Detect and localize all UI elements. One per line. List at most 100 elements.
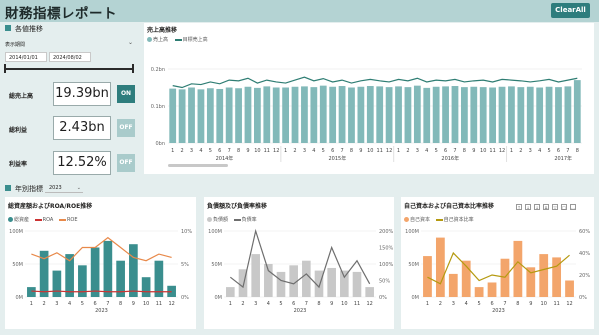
y-tick-label: 0M <box>215 295 223 301</box>
bar-sales <box>263 86 271 143</box>
y-right-tick-label: 0% <box>181 295 189 301</box>
x-tick-label: 1 <box>397 148 400 154</box>
x-tick-label: 12 <box>566 301 572 307</box>
bar-sales <box>385 87 393 143</box>
line-target-sales <box>172 76 578 89</box>
bar-sales <box>545 86 553 143</box>
bar-負債額 <box>276 271 286 297</box>
x-axis-label: 2023 <box>95 308 108 314</box>
x-tick-label: 5 <box>209 148 212 154</box>
year-label: 2014年 <box>216 155 234 162</box>
drill-down-icon[interactable]: ↓ <box>534 204 540 210</box>
debt-panel: 負債額及び負債率推移 負債額 負債率 0M 50M 100M 0% 50% 100% 150… <box>204 197 394 329</box>
x-tick-label: 3 <box>452 301 455 307</box>
slider-end-handle[interactable] <box>132 64 134 73</box>
bar-自己資本 <box>423 256 432 297</box>
slider-start-handle[interactable] <box>4 64 6 73</box>
x-tick-label: 4 <box>199 148 202 154</box>
kpi-toggle-profit[interactable]: OFF <box>117 119 135 137</box>
expand-icon[interactable]: ⇊ <box>543 204 549 210</box>
bar-負債額 <box>327 267 336 297</box>
equity-panel: 自己資本および自己資本比率推移 自己資本 自己資本比率 0M 50M 100M 0% 2… <box>401 197 594 329</box>
kpi-label-profit: 総利益 <box>9 127 28 134</box>
y-right-tick-label: 40% <box>579 251 590 257</box>
x-tick-label: 6 <box>557 148 560 154</box>
x-tick-label: 1 <box>426 301 429 307</box>
x-tick-label: 5 <box>478 301 481 307</box>
year-label: 2015年 <box>328 155 346 162</box>
start-date-input[interactable]: 2014/01/01 <box>5 52 47 62</box>
kpi-toggle-sales[interactable]: ON <box>117 85 135 103</box>
bar-sales <box>517 87 525 143</box>
y-right-tick-label: 0% <box>379 295 387 301</box>
x-tick-label: 7 <box>228 148 231 154</box>
bar-sales <box>244 86 252 143</box>
x-tick-label: 5 <box>547 148 550 154</box>
section-marker-icon <box>5 25 11 31</box>
x-tick-label: 2 <box>43 301 46 307</box>
more-options-icon[interactable]: … <box>570 204 576 210</box>
x-tick-label: 4 <box>312 148 315 154</box>
x-tick-label: 4 <box>425 148 428 154</box>
sales-trend-panel: 売上高推移 売上高 目標売上高 0bn 0.1bn 0.2bn 1 2 3 4 5 6 7 8 9 10… <box>144 23 594 174</box>
bar-sales <box>508 86 515 143</box>
x-tick-label: 10 <box>367 148 373 154</box>
x-tick-label: 11 <box>377 148 383 154</box>
x-tick-label: 7 <box>305 301 308 307</box>
kpi-toggle-margin[interactable]: OFF <box>117 154 135 172</box>
visual-toolbar: ↑ ↓ ↓ ⇊ ▽ □ … <box>516 204 576 210</box>
sort-ascending-icon[interactable]: ↑ <box>516 204 522 210</box>
period-label: 表示期間 <box>5 42 26 48</box>
y-tick-label: 0bn <box>155 141 165 147</box>
y-tick-label: 50M <box>12 262 23 268</box>
year-label: 2017年 <box>554 155 572 162</box>
bar-sales <box>301 86 308 143</box>
end-date-input[interactable]: 2024/08/02 <box>49 52 91 62</box>
x-tick-label: 5 <box>435 148 438 154</box>
y-tick-label: 0.1bn <box>151 104 165 110</box>
bar-sales <box>432 86 440 143</box>
x-tick-label: 7 <box>453 148 456 154</box>
bar-sales <box>291 86 299 143</box>
x-tick-label: 4 <box>68 301 71 307</box>
x-tick-label: 9 <box>246 148 249 154</box>
x-tick-label: 10 <box>341 301 347 307</box>
x-tick-label: 6 <box>94 301 97 307</box>
y-tick-label: 50M <box>211 262 222 268</box>
section-label-yearly: 年別指標 <box>15 185 43 193</box>
sort-descending-icon[interactable]: ↓ <box>525 204 531 210</box>
date-range-slider[interactable] <box>5 68 134 70</box>
x-tick-label: 9 <box>359 148 362 154</box>
bar-sales <box>225 87 233 143</box>
y-right-tick-label: 60% <box>579 229 590 235</box>
bar-sales <box>216 88 224 143</box>
bar-sales <box>253 87 261 143</box>
x-tick-label: 3 <box>303 148 306 154</box>
filter-icon[interactable]: ▽ <box>552 204 558 210</box>
bar-sales <box>451 86 459 143</box>
bar-sales <box>338 86 346 143</box>
x-tick-label: 12 <box>168 301 174 307</box>
x-tick-label: 4 <box>465 301 468 307</box>
x-tick-label: 4 <box>267 301 270 307</box>
x-tick-label: 6 <box>444 148 447 154</box>
x-tick-label: 2 <box>439 301 442 307</box>
x-tick-label: 10 <box>143 301 149 307</box>
kpi-value-sales: 19.39bn <box>53 82 111 106</box>
bar-sales <box>178 89 186 143</box>
year-dropdown[interactable]: 2023 ⌄ <box>45 183 83 193</box>
section-marker-icon <box>5 185 11 191</box>
x-tick-label: 8 <box>576 148 579 154</box>
bar-sales <box>366 86 374 143</box>
line-負債率 <box>229 228 371 289</box>
x-tick-label: 10 <box>541 301 547 307</box>
chevron-down-icon[interactable]: ⌄ <box>128 39 133 46</box>
clear-all-button[interactable]: ClearAll <box>551 3 590 18</box>
x-tick-label: 7 <box>340 148 343 154</box>
focus-mode-icon[interactable]: □ <box>561 204 567 210</box>
bar-sales <box>376 86 384 143</box>
bar-総資産 <box>27 287 36 297</box>
bar-負債額 <box>302 260 311 297</box>
chevron-down-icon: ⌄ <box>76 185 81 191</box>
bar-sales <box>395 86 402 143</box>
